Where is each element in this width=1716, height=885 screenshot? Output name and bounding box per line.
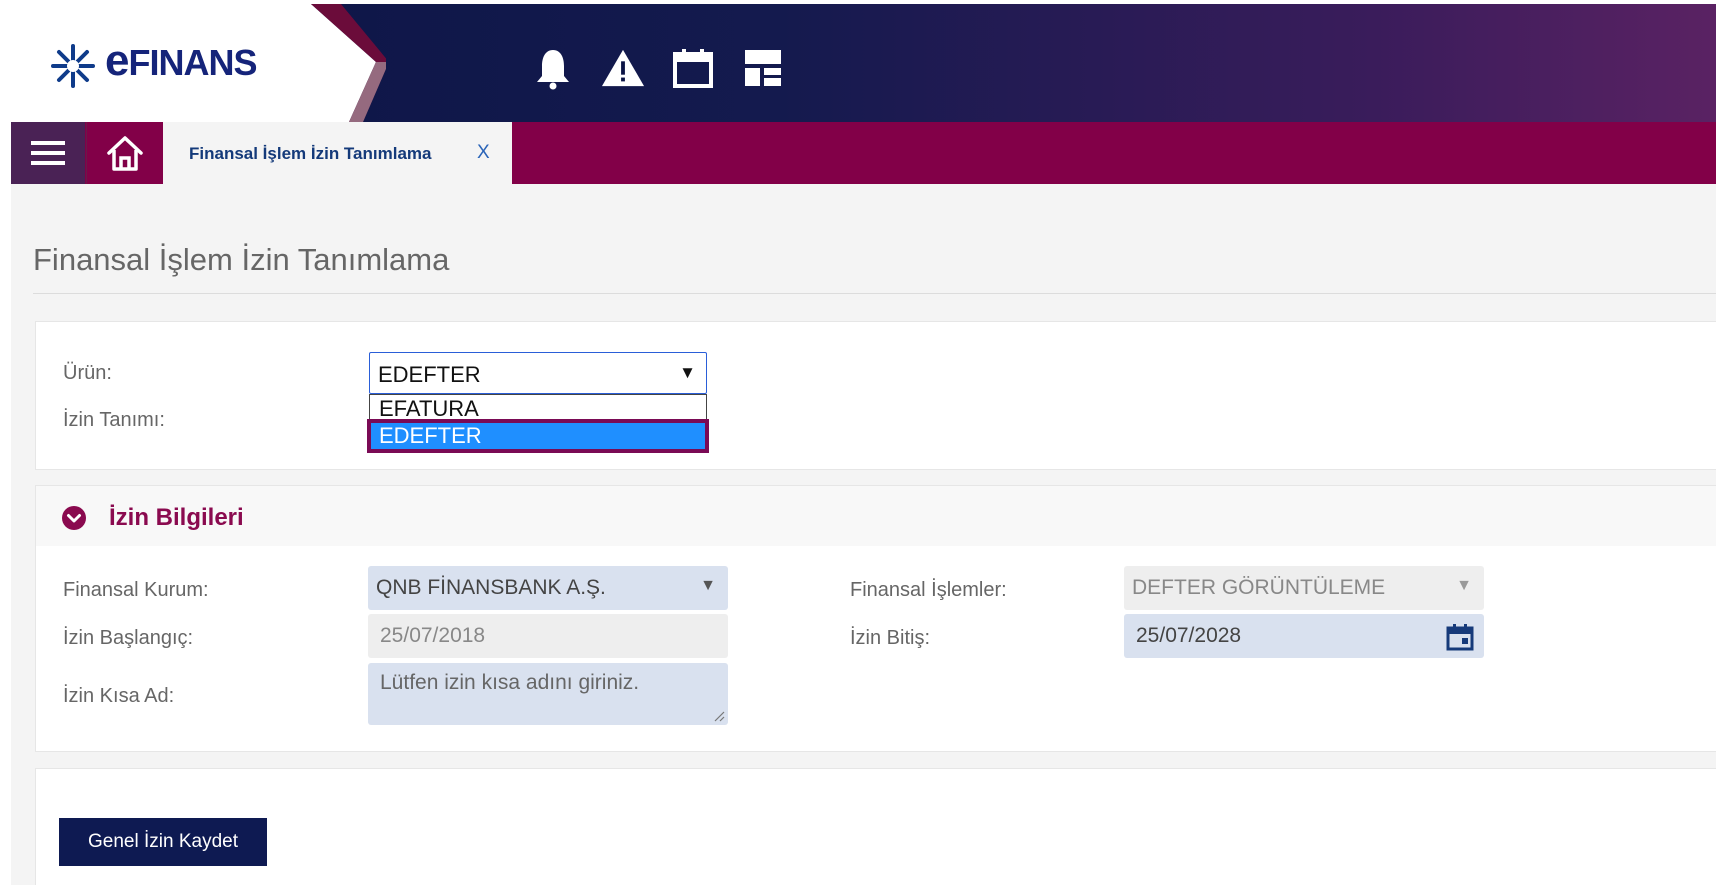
izin-bilgileri-header[interactable] [35, 485, 1716, 547]
urun-option-edefter[interactable]: EDEFTER [367, 419, 709, 453]
finansal-islemler-value: DEFTER GÖRÜNTÜLEME [1132, 576, 1386, 599]
finansal-kurum-value: QNB FİNANSBANK A.Ş. [376, 576, 606, 599]
tab-bar: Finansal İşlem İzin Tanımlama X [11, 122, 1716, 184]
urun-select-value: EDEFTER [378, 362, 481, 387]
home-button[interactable] [86, 122, 163, 184]
top-header: eFINANS [11, 4, 1716, 122]
dashboard-icon[interactable] [741, 46, 785, 90]
urun-option-efatura[interactable]: EFATURA [371, 396, 705, 422]
finansal-kurum-label: Finansal Kurum: [63, 579, 209, 601]
home-icon [107, 136, 143, 171]
logo-area: eFINANS [11, 4, 386, 122]
izin-baslangic-value: 25/07/2018 [380, 624, 486, 647]
actions-panel [35, 768, 1716, 885]
collapse-chevron-icon[interactable] [62, 506, 86, 530]
izin-kisa-ad-placeholder: Lütfen izin kısa adını giriniz. [380, 671, 640, 694]
genel-izin-kaydet-button[interactable]: Genel İzin Kaydet [59, 818, 267, 866]
tab-label: Finansal İşlem İzin Tanımlama [189, 144, 432, 163]
izin-bitis-value: 25/07/2028 [1136, 624, 1242, 647]
izin-baslangic-input[interactable]: 25/07/2018 [368, 614, 728, 658]
bell-icon[interactable] [531, 46, 575, 90]
urun-select[interactable]: EDEFTER ▼ [369, 352, 707, 394]
izin-bitis-label: İzin Bitiş: [850, 627, 931, 649]
finansal-islemler-label: Finansal İşlemler: [850, 579, 1007, 601]
chevron-down-icon: ▼ [1456, 577, 1472, 594]
page-title: Finansal İşlem İzin Tanımlama [33, 242, 450, 277]
calendar-icon[interactable] [1446, 623, 1474, 651]
tab-finansal-islem-izin[interactable]: Finansal İşlem İzin Tanımlama X [163, 122, 512, 184]
chevron-down-icon: ▼ [679, 363, 696, 382]
izin-kisa-ad-label: İzin Kısa Ad: [63, 685, 175, 707]
hamburger-icon [31, 141, 65, 165]
logo-finans: FINANS [128, 42, 257, 83]
finansal-islemler-select[interactable]: DEFTER GÖRÜNTÜLEME ▼ [1124, 566, 1484, 610]
chevron-down-icon: ▼ [700, 577, 716, 594]
calendar-icon[interactable] [671, 46, 715, 90]
logo-text: eFINANS [105, 36, 257, 86]
izin-bitis-input[interactable]: 25/07/2028 [1124, 614, 1484, 658]
logo-e: e [105, 36, 130, 85]
finansal-kurum-select[interactable]: QNB FİNANSBANK A.Ş. ▼ [368, 566, 728, 610]
header-icon-bar [531, 46, 785, 90]
tab-close-button[interactable]: X [477, 142, 490, 164]
izin-baslangic-label: İzin Başlangıç: [63, 627, 194, 649]
resize-handle-icon[interactable] [713, 710, 725, 722]
product-panel [35, 321, 1716, 470]
urun-dropdown-list: EFATURA EDEFTER [367, 394, 709, 453]
warning-icon[interactable] [601, 46, 645, 90]
izin-kisa-ad-textarea[interactable]: Lütfen izin kısa adını giriniz. [368, 663, 728, 725]
hamburger-menu-button[interactable] [11, 122, 85, 184]
section-title: İzin Bilgileri [109, 504, 244, 531]
urun-label: Ürün: [63, 362, 112, 384]
app-window: eFINANS Finansal İşlem İzin Tanımlama X … [11, 4, 1716, 885]
title-divider [33, 293, 1716, 294]
izin-tanimi-label: İzin Tanımı: [63, 409, 165, 431]
